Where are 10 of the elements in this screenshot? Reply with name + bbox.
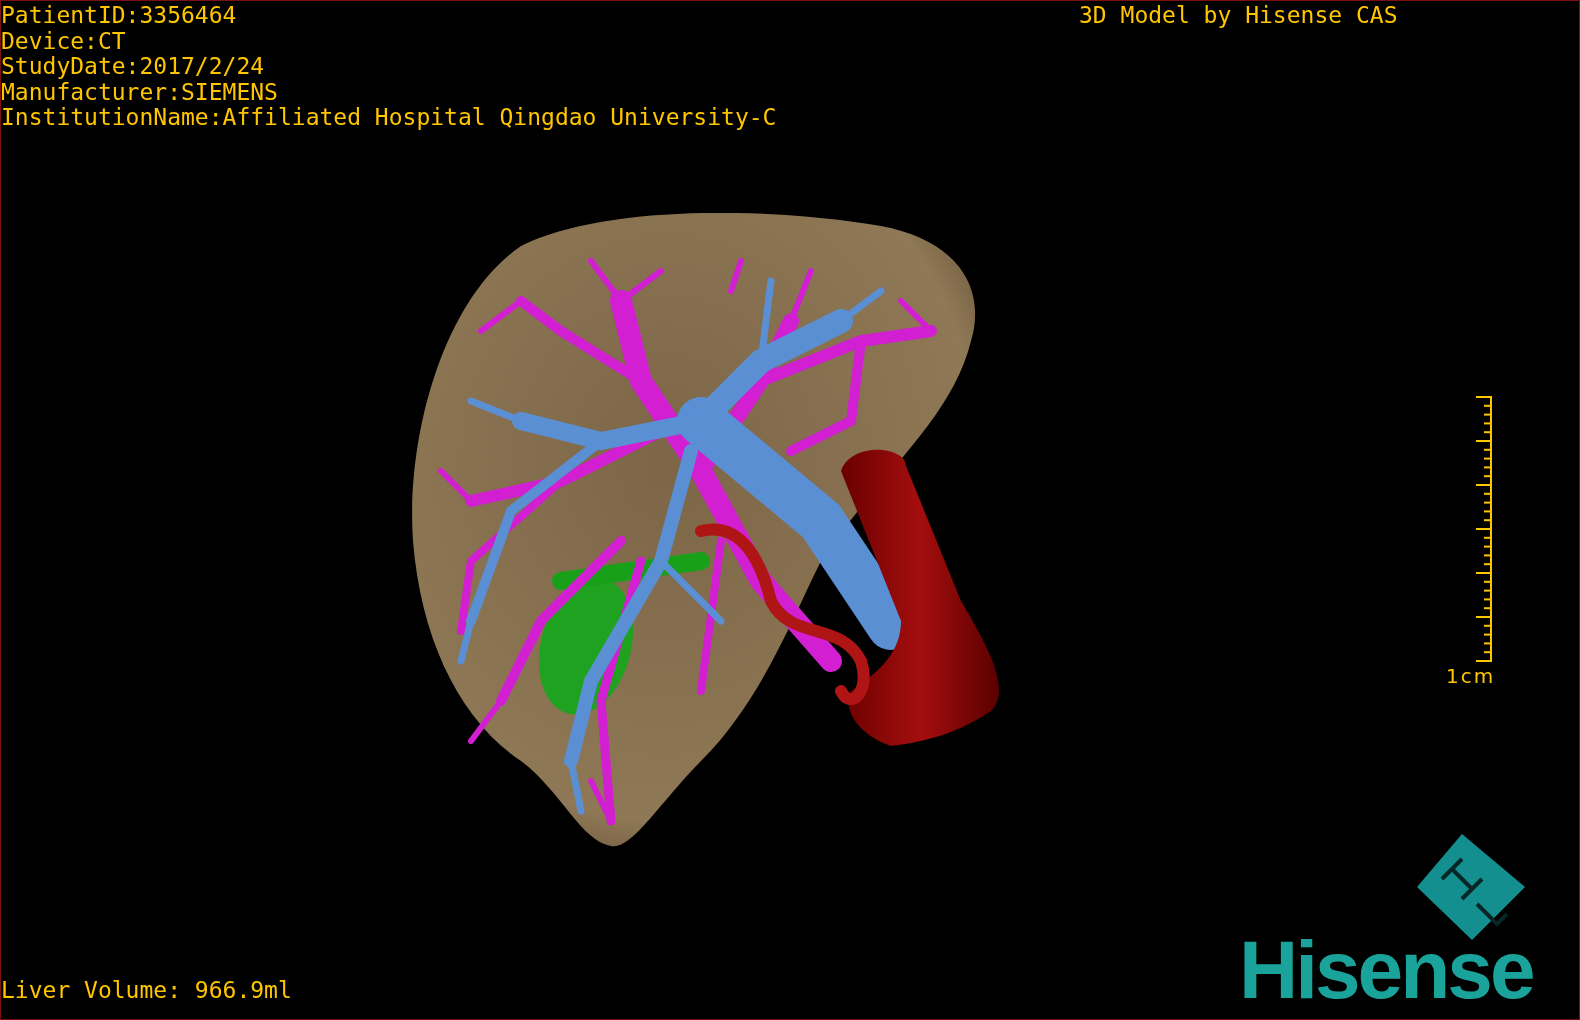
- logo-icon: [1417, 834, 1527, 940]
- brand-logo-text: Hisense: [1239, 929, 1533, 1011]
- liver-volume-text: Liver Volume: 966.9ml: [1, 978, 292, 1004]
- viewer-title: 3D Model by Hisense CAS: [1079, 3, 1398, 29]
- patient-info-line: Device:CT: [1, 28, 127, 54]
- patient-info-line: Manufacturer:SIEMENS: [1, 79, 279, 105]
- scale-label: 1cm: [1446, 664, 1496, 688]
- patient-info-line: StudyDate:2017/2/24: [1, 54, 266, 80]
- patient-info-line: InstitutionName:Affiliated Hospital Qingdao University-C: [1, 105, 777, 131]
- patient-info-line: PatientID:3356464: [1, 3, 238, 29]
